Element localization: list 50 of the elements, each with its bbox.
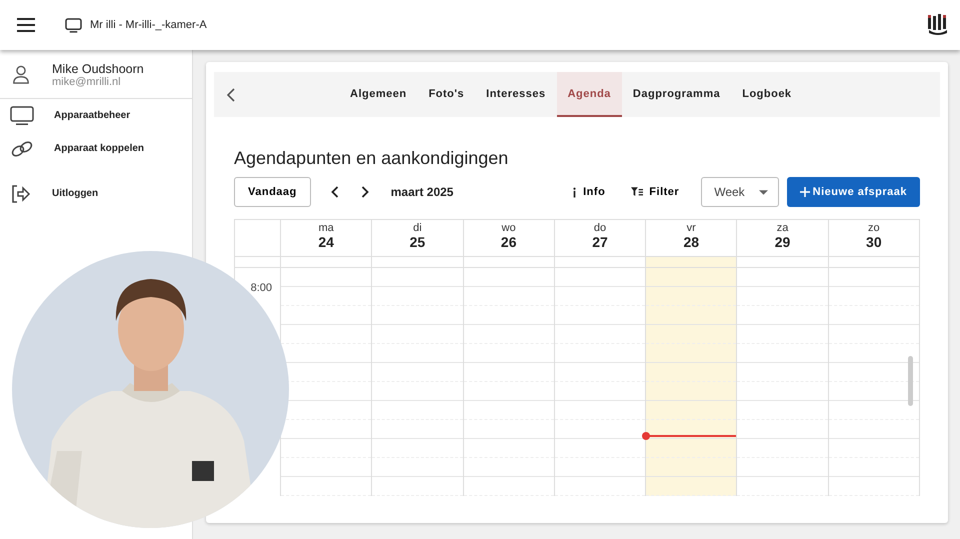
sidebar-item[interactable]: Apparaatbeheer bbox=[54, 110, 130, 121]
scrollbar[interactable] bbox=[908, 356, 913, 406]
date-number: 30 bbox=[866, 234, 882, 250]
period-label: maart 2025 bbox=[390, 185, 454, 199]
link-icon bbox=[10, 138, 34, 158]
filter-button[interactable]: Filter bbox=[627, 177, 684, 207]
weekday-label: di bbox=[413, 222, 422, 234]
today-button[interactable]: Vandaag bbox=[234, 177, 311, 207]
chevron-left-icon[interactable] bbox=[330, 186, 339, 198]
chevron-right-icon[interactable] bbox=[360, 186, 369, 198]
weekday-label: zo bbox=[868, 222, 880, 234]
date-number: 25 bbox=[410, 234, 426, 250]
weekday-label: za bbox=[776, 222, 788, 234]
chevron-left-icon[interactable] bbox=[227, 88, 235, 102]
date-number: 24 bbox=[318, 234, 334, 250]
weekday-label: do bbox=[594, 222, 606, 234]
sidebar-item[interactable]: Apparaat koppelen bbox=[54, 143, 144, 154]
info-button[interactable]: Info bbox=[568, 177, 610, 207]
time-label: 8:00 bbox=[250, 282, 272, 294]
user-email: mike@mrilli.nl bbox=[52, 76, 122, 88]
menu-icon[interactable] bbox=[17, 18, 35, 32]
new-appointment-button[interactable]: Nieuwe afspraak bbox=[786, 177, 920, 207]
date-number: 28 bbox=[683, 234, 700, 250]
view-select[interactable]: Week bbox=[701, 177, 779, 207]
info-icon bbox=[572, 186, 578, 198]
date-number: 29 bbox=[774, 234, 790, 250]
logout-icon bbox=[10, 184, 32, 204]
tab[interactable]: Dagprogramma bbox=[622, 72, 732, 117]
filter-icon bbox=[631, 187, 644, 197]
tab[interactable]: Agenda bbox=[556, 72, 622, 117]
tab[interactable]: Algemeen bbox=[339, 72, 418, 117]
dropdown-icon bbox=[758, 190, 768, 194]
tab[interactable]: Interesses bbox=[475, 72, 557, 117]
device-title: Mr illi - Mr-illi-_-kamer-A bbox=[90, 19, 207, 31]
monitor-icon bbox=[65, 18, 82, 32]
sidebar-item[interactable]: Uitloggen bbox=[52, 188, 98, 199]
user-name: Mike Oudshoorn bbox=[52, 62, 144, 76]
weekday-label: wo bbox=[502, 222, 516, 234]
date-number: 27 bbox=[592, 234, 608, 250]
plus-icon bbox=[800, 187, 810, 197]
logo-icon bbox=[926, 14, 950, 36]
weekday-label: ma bbox=[318, 222, 334, 234]
tab[interactable]: Logboek bbox=[731, 72, 803, 117]
user-icon bbox=[12, 64, 30, 86]
weekday-label: vr bbox=[686, 222, 696, 234]
date-number: 26 bbox=[500, 234, 516, 250]
monitor-icon bbox=[10, 106, 34, 126]
all-day-cell[interactable] bbox=[645, 257, 736, 267]
tab[interactable]: Foto's bbox=[418, 72, 476, 117]
page-heading: Agendapunten en aankondigingen bbox=[234, 148, 510, 169]
